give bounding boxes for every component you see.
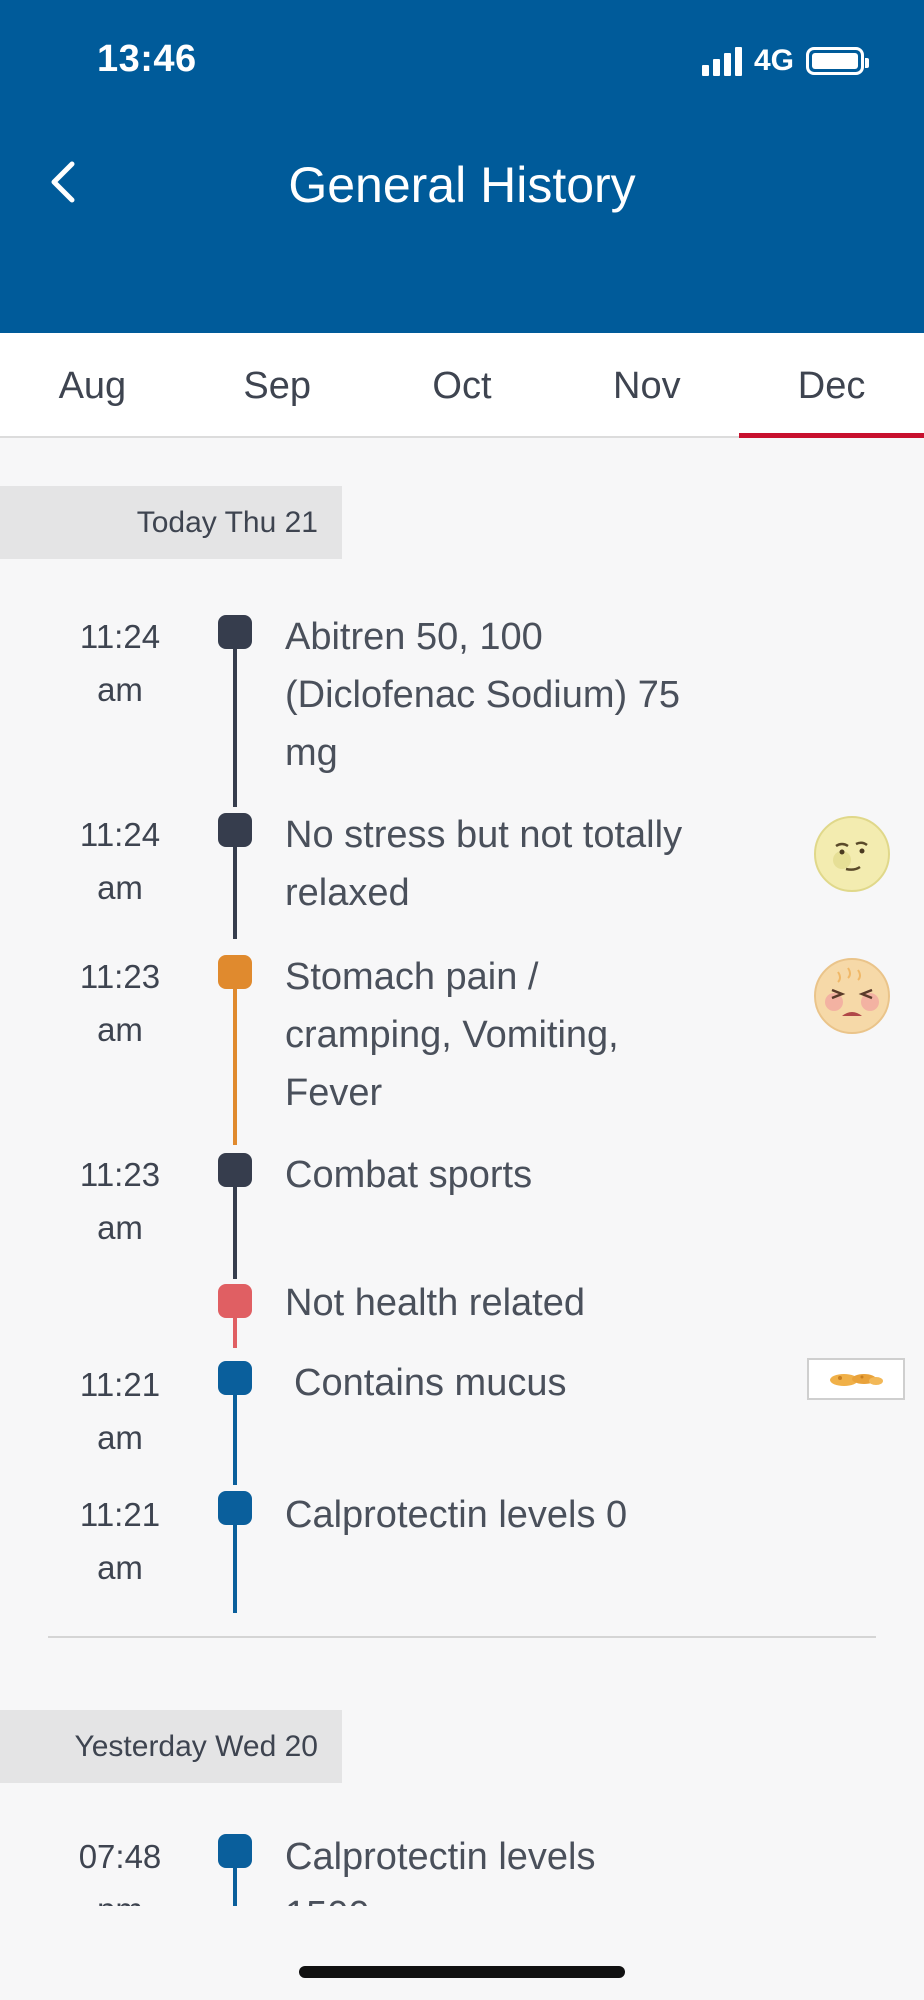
timeline-line bbox=[233, 1395, 237, 1485]
timeline-dot bbox=[218, 1491, 252, 1525]
timeline-dot bbox=[218, 615, 252, 649]
entry-time: 11:21 am bbox=[79, 1496, 161, 1586]
entry-text: Combat sports bbox=[285, 1154, 533, 1196]
timeline-line bbox=[233, 649, 237, 807]
home-indicator[interactable] bbox=[299, 1966, 625, 1978]
timeline-line bbox=[233, 1187, 237, 1279]
day-header-today: Today Thu 21 bbox=[0, 486, 342, 559]
timeline-dot bbox=[218, 1284, 252, 1318]
entry-time: 11:24 am bbox=[79, 618, 161, 708]
page-title: General History bbox=[288, 157, 636, 213]
battery-icon bbox=[806, 47, 869, 75]
entry-time: 11:21 am bbox=[79, 1366, 161, 1456]
timeline-dot bbox=[218, 1834, 252, 1868]
entry-text: Abitren 50, 100 (Diclofenac Sodium) 75 m… bbox=[285, 616, 680, 774]
entry-time: 11:23 am bbox=[79, 958, 161, 1048]
timeline-line bbox=[233, 989, 237, 1145]
timeline-clip: 07:48pm Calprotectin levels 1500 bbox=[0, 1830, 924, 1906]
day-divider bbox=[48, 1636, 876, 1638]
network-label: 4G bbox=[753, 44, 794, 77]
month-tabs: Aug Sep Oct Nov Dec bbox=[0, 333, 924, 438]
timeline-line bbox=[233, 1318, 237, 1348]
timeline-line bbox=[233, 847, 237, 939]
signal-icon bbox=[701, 46, 742, 76]
entry-time: 11:24 am bbox=[79, 816, 161, 906]
timeline-line bbox=[233, 1868, 237, 1906]
stool-image bbox=[830, 1374, 883, 1386]
entry-text: Not health related bbox=[285, 1282, 585, 1324]
entry-text: Calprotectin levels 1500 bbox=[285, 1836, 596, 1906]
timeline-dot bbox=[218, 813, 252, 847]
entry-text: No stress but not totally relaxed bbox=[285, 814, 683, 914]
tab-dec[interactable]: Dec bbox=[739, 333, 924, 438]
tab-aug[interactable]: Aug bbox=[0, 333, 185, 436]
tab-sep[interactable]: Sep bbox=[185, 333, 370, 436]
timeline-line bbox=[233, 1525, 237, 1613]
stool-image-thumbnail[interactable] bbox=[807, 1358, 905, 1400]
status-time: 13:46 bbox=[97, 38, 197, 80]
timeline-dot bbox=[218, 1361, 252, 1395]
entry-text: Stomach pain / cramping, Vomiting, Fever bbox=[285, 956, 619, 1114]
tab-oct[interactable]: Oct bbox=[370, 333, 555, 436]
neutral-face-icon[interactable] bbox=[812, 814, 892, 894]
entry-text: Contains mucus bbox=[294, 1362, 567, 1404]
timeline-dot bbox=[218, 1153, 252, 1187]
entry-text: Calprotectin levels 0 bbox=[285, 1494, 628, 1536]
day-header-yesterday: Yesterday Wed 20 bbox=[0, 1710, 342, 1783]
app-header: 13:46 4G General History bbox=[0, 0, 924, 333]
status-icons: 4G bbox=[701, 44, 869, 78]
entry-time: 11:23 am bbox=[79, 1156, 161, 1246]
timeline-dot bbox=[218, 955, 252, 989]
sick-face-icon[interactable] bbox=[812, 956, 892, 1036]
entry-time: 07:48pm bbox=[78, 1838, 162, 1906]
tab-nov[interactable]: Nov bbox=[554, 333, 739, 436]
